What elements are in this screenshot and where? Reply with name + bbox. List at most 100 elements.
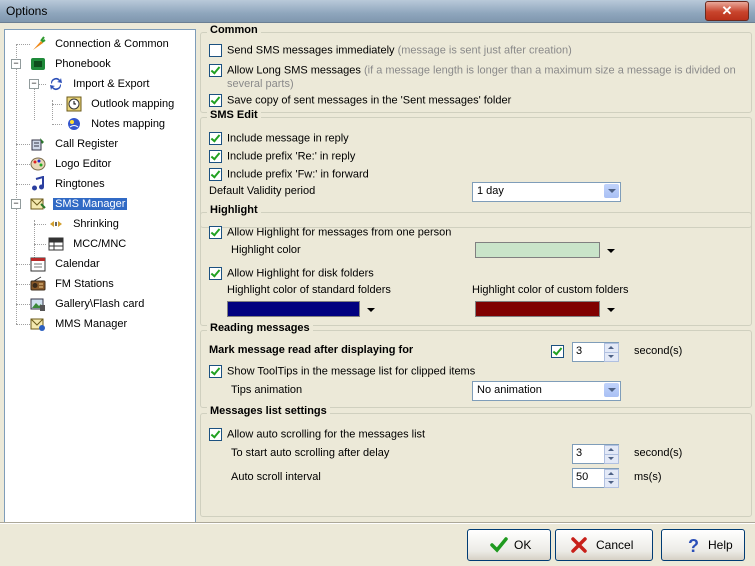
custom-folders-color-label: Highlight color of custom folders	[472, 284, 629, 296]
auto-scroll-interval-value: 50	[576, 471, 589, 483]
tree-item-label: SMS Manager	[53, 198, 128, 211]
gallery-icon	[30, 298, 45, 312]
allow-highlight-person-label: Allow Highlight for messages from one pe…	[227, 226, 452, 239]
show-tooltips-checkbox[interactable]	[209, 365, 222, 378]
highlight-color-dropdown-icon[interactable]	[607, 249, 615, 253]
auto-scroll-interval-spinner[interactable]: 50	[572, 468, 619, 488]
tree-item-label: Logo Editor	[55, 158, 112, 171]
allow-long-hint: (if a message length is longer than a ma…	[363, 64, 736, 77]
allow-highlight-disk-option[interactable]: Allow Highlight for disk folders	[209, 267, 374, 280]
standard-folders-color-swatch[interactable]	[227, 301, 360, 317]
tree-item-call-register[interactable]: Call Register	[30, 135, 120, 153]
settings-panel: Common Send SMS messages immediately (me…	[196, 23, 755, 521]
allow-long-checkbox[interactable]	[209, 64, 222, 77]
auto-scroll-delay-value: 3	[576, 447, 583, 459]
mark-read-seconds-value: 3	[576, 345, 583, 357]
send-immediately-label: Send SMS messages immediately	[227, 44, 395, 57]
include-message-checkbox[interactable]	[209, 132, 222, 145]
tree-item-label: FM Stations	[55, 278, 114, 291]
mark-read-unit: second(s)	[634, 345, 683, 357]
tree-item-fm-stations[interactable]: FM Stations	[30, 275, 116, 293]
allow-long-option[interactable]: Allow Long SMS messages (if a message le…	[209, 64, 736, 77]
spin-down-icon[interactable]	[604, 352, 619, 362]
allow-highlight-disk-checkbox[interactable]	[209, 267, 222, 280]
tree-item-logo-editor[interactable]: Logo Editor	[30, 155, 113, 173]
auto-scroll-option[interactable]: Allow auto scrolling for the messages li…	[209, 428, 425, 441]
custom-color-dropdown-icon[interactable]	[607, 308, 615, 312]
options-tree[interactable]: − − − Connection & Common Phonebook Impo…	[4, 29, 196, 523]
highlight-color-swatch[interactable]	[475, 242, 600, 258]
outlook-clock-icon	[66, 96, 82, 112]
include-fw-option[interactable]: Include prefix 'Fw:' in forward	[209, 168, 369, 181]
tree-item-phonebook[interactable]: Phonebook	[30, 55, 113, 73]
mark-read-seconds-spinner[interactable]: 3	[572, 342, 619, 362]
include-message-label: Include message in reply	[227, 132, 349, 145]
messages-list-settings-group: Messages list settings Allow auto scroll…	[200, 405, 752, 517]
save-copy-option[interactable]: Save copy of sent messages in the 'Sent …	[209, 94, 511, 107]
send-immediately-hint: (message is sent just after creation)	[397, 44, 572, 57]
auto-scroll-checkbox[interactable]	[209, 428, 222, 441]
sms-manager-icon	[30, 198, 46, 210]
allow-highlight-person-checkbox[interactable]	[209, 226, 222, 239]
phonebook-icon	[31, 58, 45, 71]
spin-down-icon[interactable]	[604, 478, 619, 488]
reading-messages-group-title: Reading messages	[207, 322, 313, 334]
auto-scroll-interval-label: Auto scroll interval	[231, 471, 321, 483]
tree-item-sms-manager[interactable]: SMS Manager	[30, 195, 128, 213]
tree-item-label: Phonebook	[55, 58, 111, 71]
mark-read-label: Mark message read after displaying for	[209, 344, 414, 356]
tree-item-outlook-mapping[interactable]: Outlook mapping	[66, 95, 176, 113]
validity-period-select[interactable]: 1 day	[472, 182, 621, 202]
calendar-icon	[30, 257, 46, 272]
sync-arrows-icon	[50, 78, 62, 91]
palette-icon	[30, 157, 46, 171]
expand-toggle-sms-manager[interactable]: −	[11, 199, 21, 209]
expand-toggle-import-export[interactable]: −	[29, 79, 39, 89]
tree-item-shrinking[interactable]: Shrinking	[48, 215, 121, 233]
chevron-down-icon[interactable]	[604, 184, 619, 198]
auto-scroll-delay-unit: second(s)	[634, 447, 683, 459]
auto-scroll-delay-spinner[interactable]: 3	[572, 444, 619, 464]
cancel-button[interactable]: Cancel	[555, 529, 653, 561]
tree-item-import-export[interactable]: Import & Export	[48, 75, 151, 93]
allow-long-label: Allow Long SMS messages	[227, 64, 361, 77]
standard-color-dropdown-icon[interactable]	[367, 308, 375, 312]
tree-item-ringtones[interactable]: Ringtones	[30, 175, 107, 193]
expand-toggle-phonebook[interactable]: −	[11, 59, 21, 69]
tree-item-label: Outlook mapping	[91, 98, 175, 111]
tree-item-connection-common[interactable]: Connection & Common	[30, 35, 171, 53]
tree-item-mms-manager[interactable]: MMS Manager	[30, 315, 129, 333]
custom-folders-color-swatch[interactable]	[475, 301, 600, 317]
include-fw-checkbox[interactable]	[209, 168, 222, 181]
include-message-option[interactable]: Include message in reply	[209, 132, 349, 145]
call-register-icon	[31, 138, 44, 151]
highlight-group-title: Highlight	[207, 204, 261, 216]
mark-read-checkbox[interactable]	[551, 345, 564, 358]
close-button[interactable]: ✕	[705, 1, 749, 21]
show-tooltips-option[interactable]: Show ToolTips in the message list for cl…	[209, 365, 475, 378]
spin-down-icon[interactable]	[604, 454, 619, 464]
help-button-label: Help	[708, 538, 733, 552]
tree-item-label: MCC/MNC	[73, 238, 127, 251]
save-copy-checkbox[interactable]	[209, 94, 222, 107]
include-re-checkbox[interactable]	[209, 150, 222, 163]
mms-icon	[30, 318, 45, 332]
send-immediately-checkbox[interactable]	[209, 44, 222, 57]
tree-item-mcc-mnc[interactable]: MCC/MNC	[48, 235, 128, 253]
tips-animation-value: No animation	[477, 384, 542, 396]
validity-period-value: 1 day	[477, 185, 504, 197]
ok-button[interactable]: OK	[467, 529, 551, 561]
tree-item-label: Connection & Common	[55, 38, 169, 51]
tree-item-label: Calendar	[55, 258, 100, 271]
include-re-option[interactable]: Include prefix 'Re:' in reply	[209, 150, 355, 163]
highlight-color-label: Highlight color	[231, 244, 301, 256]
tree-item-calendar[interactable]: Calendar	[30, 255, 102, 273]
send-immediately-option[interactable]: Send SMS messages immediately (message i…	[209, 44, 572, 57]
tree-item-notes-mapping[interactable]: Notes mapping	[66, 115, 167, 133]
tips-animation-select[interactable]: No animation	[472, 381, 621, 401]
allow-highlight-person-option[interactable]: Allow Highlight for messages from one pe…	[209, 226, 451, 239]
chevron-down-icon[interactable]	[604, 383, 619, 397]
help-button[interactable]: ? Help	[661, 529, 745, 561]
tree-item-gallery-flash-card[interactable]: Gallery\Flash card	[30, 295, 146, 313]
tree-item-label: MMS Manager	[55, 318, 128, 331]
